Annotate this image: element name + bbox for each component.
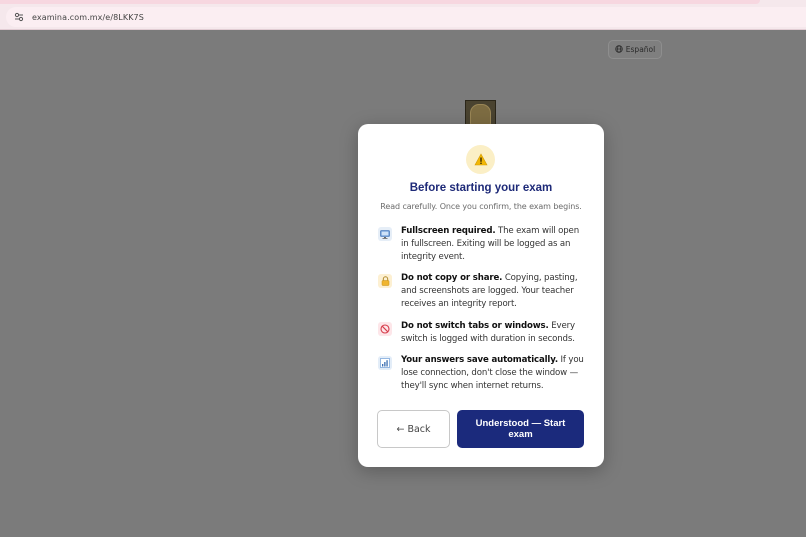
url-text[interactable]: examina.com.mx/e/8LKK7S <box>32 13 144 22</box>
start-exam-button[interactable]: Understood — Start exam <box>457 410 584 448</box>
warning-icon <box>466 145 495 174</box>
browser-chrome: examina.com.mx/e/8LKK7S <box>0 0 806 30</box>
rule-fullscreen: Fullscreen required. The exam will open … <box>378 225 588 265</box>
monitor-icon <box>378 227 392 241</box>
exam-confirmation-dialog: Before starting your exam Read carefully… <box>358 124 604 467</box>
back-button[interactable]: ← Back <box>377 410 450 448</box>
dialog-subtitle: Read carefully. Once you confirm, the ex… <box>380 202 582 211</box>
language-button[interactable]: Español <box>608 40 662 59</box>
rule-heading: Do not switch tabs or windows. <box>401 321 549 331</box>
tune-icon[interactable] <box>10 8 28 26</box>
rule-autosave: Your answers save automatically. If you … <box>378 354 588 394</box>
tab-strip <box>0 0 760 4</box>
rule-no-tab-switch: Do not switch tabs or windows. Every swi… <box>378 320 588 346</box>
language-button-label: Español <box>625 45 656 54</box>
no-entry-icon <box>378 322 392 336</box>
rule-no-copy: Do not copy or share. Copying, pasting, … <box>378 272 588 312</box>
dialog-title: Before starting your exam <box>409 182 553 194</box>
chart-icon <box>378 356 392 370</box>
lock-icon <box>378 274 392 288</box>
globe-icon <box>615 44 623 55</box>
rule-heading: Fullscreen required. <box>401 226 496 236</box>
rule-heading: Do not copy or share. <box>401 273 503 283</box>
rule-heading: Your answers save automatically. <box>401 355 558 365</box>
address-bar[interactable]: examina.com.mx/e/8LKK7S <box>6 7 806 27</box>
